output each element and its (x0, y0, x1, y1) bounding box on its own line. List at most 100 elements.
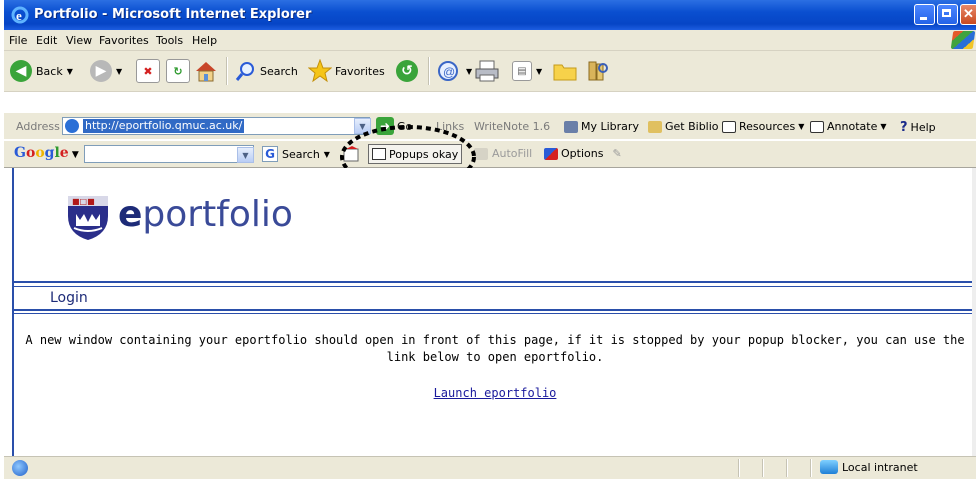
back-label: Back (36, 64, 63, 78)
google-logo[interactable]: Google ▼ (14, 145, 79, 161)
annotate-icon (810, 120, 824, 133)
svg-text:@: @ (443, 65, 455, 79)
forward-arrow-icon: ▶ (90, 60, 112, 82)
edit-button[interactable]: ▤ ▼ (512, 57, 542, 85)
menu-tools[interactable]: Tools (156, 34, 183, 47)
status-pane-divider (738, 459, 740, 477)
link-writenote[interactable]: WriteNote 1.6 (474, 120, 550, 133)
folder-button[interactable] (552, 57, 578, 85)
site-header: ■□■ eportfolio (14, 168, 976, 281)
link-help-label: Help (910, 121, 936, 134)
link-annotate-label: Annotate (827, 120, 878, 133)
search-icon (235, 62, 254, 81)
mail-icon: @ (438, 61, 458, 81)
link-get-biblio[interactable]: Get Biblio (648, 120, 719, 133)
link-my-library[interactable]: My Library (564, 120, 639, 133)
toolbar-separator (226, 57, 228, 85)
address-label: Address (16, 120, 60, 133)
stop-icon: ✖ (136, 59, 160, 83)
menu-edit[interactable]: Edit (36, 34, 57, 47)
menu-bar: File Edit View Favorites Tools Help (4, 30, 976, 51)
page-icon (65, 119, 79, 133)
standard-toolbar: ◀ Back ▼ ▶ ▼ ✖ ↻ Search Favorites ↺ @ ▼ … (4, 51, 976, 92)
close-button[interactable] (960, 4, 976, 25)
library-icon (564, 120, 578, 133)
chevron-down-icon: ▼ (536, 66, 543, 76)
link-my-library-label: My Library (581, 120, 639, 133)
status-pane-divider (762, 459, 764, 477)
options-icon (544, 147, 558, 160)
google-search-label: Search (282, 147, 320, 161)
link-annotate[interactable]: Annotate ▼ (810, 120, 887, 133)
security-zone[interactable]: Local intranet (820, 460, 918, 474)
chevron-down-icon: ▼ (323, 149, 330, 159)
resources-icon (722, 120, 736, 133)
minimize-button[interactable] (914, 4, 935, 25)
google-search-button[interactable]: G Search ▼ (262, 146, 330, 162)
windows-flag-icon (950, 31, 976, 49)
chevron-down-icon: ▼ (798, 122, 805, 131)
browser-window: e Portfolio - Microsoft Internet Explore… (4, 0, 976, 479)
status-pane-divider (786, 459, 788, 477)
address-input[interactable]: http://eportfolio.qmuc.ac.uk/ (62, 117, 370, 135)
link-help[interactable]: ? Help (900, 120, 936, 135)
window-controls (914, 4, 976, 26)
svg-text:e: e (16, 8, 22, 23)
home-icon (196, 62, 216, 82)
zone-label: Local intranet (842, 460, 918, 474)
vertical-scrollbar[interactable] (972, 168, 976, 456)
history-button[interactable]: ↺ (396, 57, 418, 85)
logo-e: e (118, 194, 143, 235)
google-g-icon: G (262, 146, 278, 162)
maximize-button[interactable] (937, 4, 958, 25)
title-bar[interactable]: e Portfolio - Microsoft Internet Explore… (4, 0, 976, 30)
stop-button[interactable]: ✖ (136, 57, 160, 85)
svg-text:■□■: ■□■ (72, 197, 95, 206)
star-icon (308, 59, 332, 83)
link-writenote-label: WriteNote 1.6 (474, 120, 551, 133)
launch-eportfolio-link[interactable]: Launch eportfolio (14, 386, 976, 400)
google-toolbar: Google ▼ ▼ G Search ▼ Popups okay AutoFi… (4, 141, 976, 168)
link-get-biblio-label: Get Biblio (665, 120, 719, 133)
options-label: Options (561, 147, 604, 160)
mail-button[interactable]: @ ▼ (436, 57, 472, 85)
pencil-icon[interactable]: ✎ (612, 147, 621, 160)
menu-help[interactable]: Help (192, 34, 217, 47)
favorites-label: Favorites (335, 64, 385, 78)
folder-icon (553, 64, 577, 81)
refresh-button[interactable]: ↻ (166, 57, 190, 85)
biblio-icon (648, 120, 662, 133)
window-title: Portfolio - Microsoft Internet Explorer (34, 7, 312, 22)
autofill-label: AutoFill (492, 147, 533, 160)
menu-file[interactable]: File (9, 34, 27, 47)
ie-logo-icon: e (11, 6, 29, 24)
history-icon: ↺ (396, 60, 418, 82)
favorites-button[interactable]: Favorites (308, 57, 385, 85)
chevron-down-icon: ▼ (466, 66, 473, 76)
menu-favorites[interactable]: Favorites (99, 34, 149, 47)
page-content: ■□■ eportfolio Login A new window contai… (12, 168, 976, 456)
menu-view[interactable]: View (66, 34, 92, 47)
link-resources[interactable]: Resources ▼ (722, 120, 804, 133)
help-icon: ? (900, 120, 908, 135)
forward-button[interactable]: ▶ ▼ (90, 57, 122, 85)
link-resources-label: Resources (739, 120, 796, 133)
google-search-dropdown[interactable]: ▼ (237, 147, 254, 163)
search-button[interactable]: Search (234, 57, 298, 85)
address-url[interactable]: http://eportfolio.qmuc.ac.uk/ (83, 119, 245, 133)
logo-rest: portfolio (142, 194, 293, 235)
address-bar: Address http://eportfolio.qmuc.ac.uk/ ▼ … (4, 113, 976, 139)
chevron-down-icon: ▼ (880, 122, 887, 131)
print-icon (475, 60, 499, 82)
chevron-down-icon: ▼ (116, 66, 123, 76)
crest-logo-icon: ■□■ (68, 196, 108, 240)
options-button[interactable]: Options ✎ (544, 147, 622, 160)
edit-page-icon: ▤ (512, 61, 532, 81)
back-button[interactable]: ◀ Back ▼ (10, 57, 73, 85)
status-bar: Local intranet (4, 456, 976, 479)
site-logo-text: eportfolio (118, 194, 293, 235)
google-search-input[interactable] (84, 145, 254, 163)
home-button[interactable] (194, 57, 218, 85)
research-button[interactable] (586, 57, 610, 85)
print-button[interactable] (474, 57, 500, 85)
